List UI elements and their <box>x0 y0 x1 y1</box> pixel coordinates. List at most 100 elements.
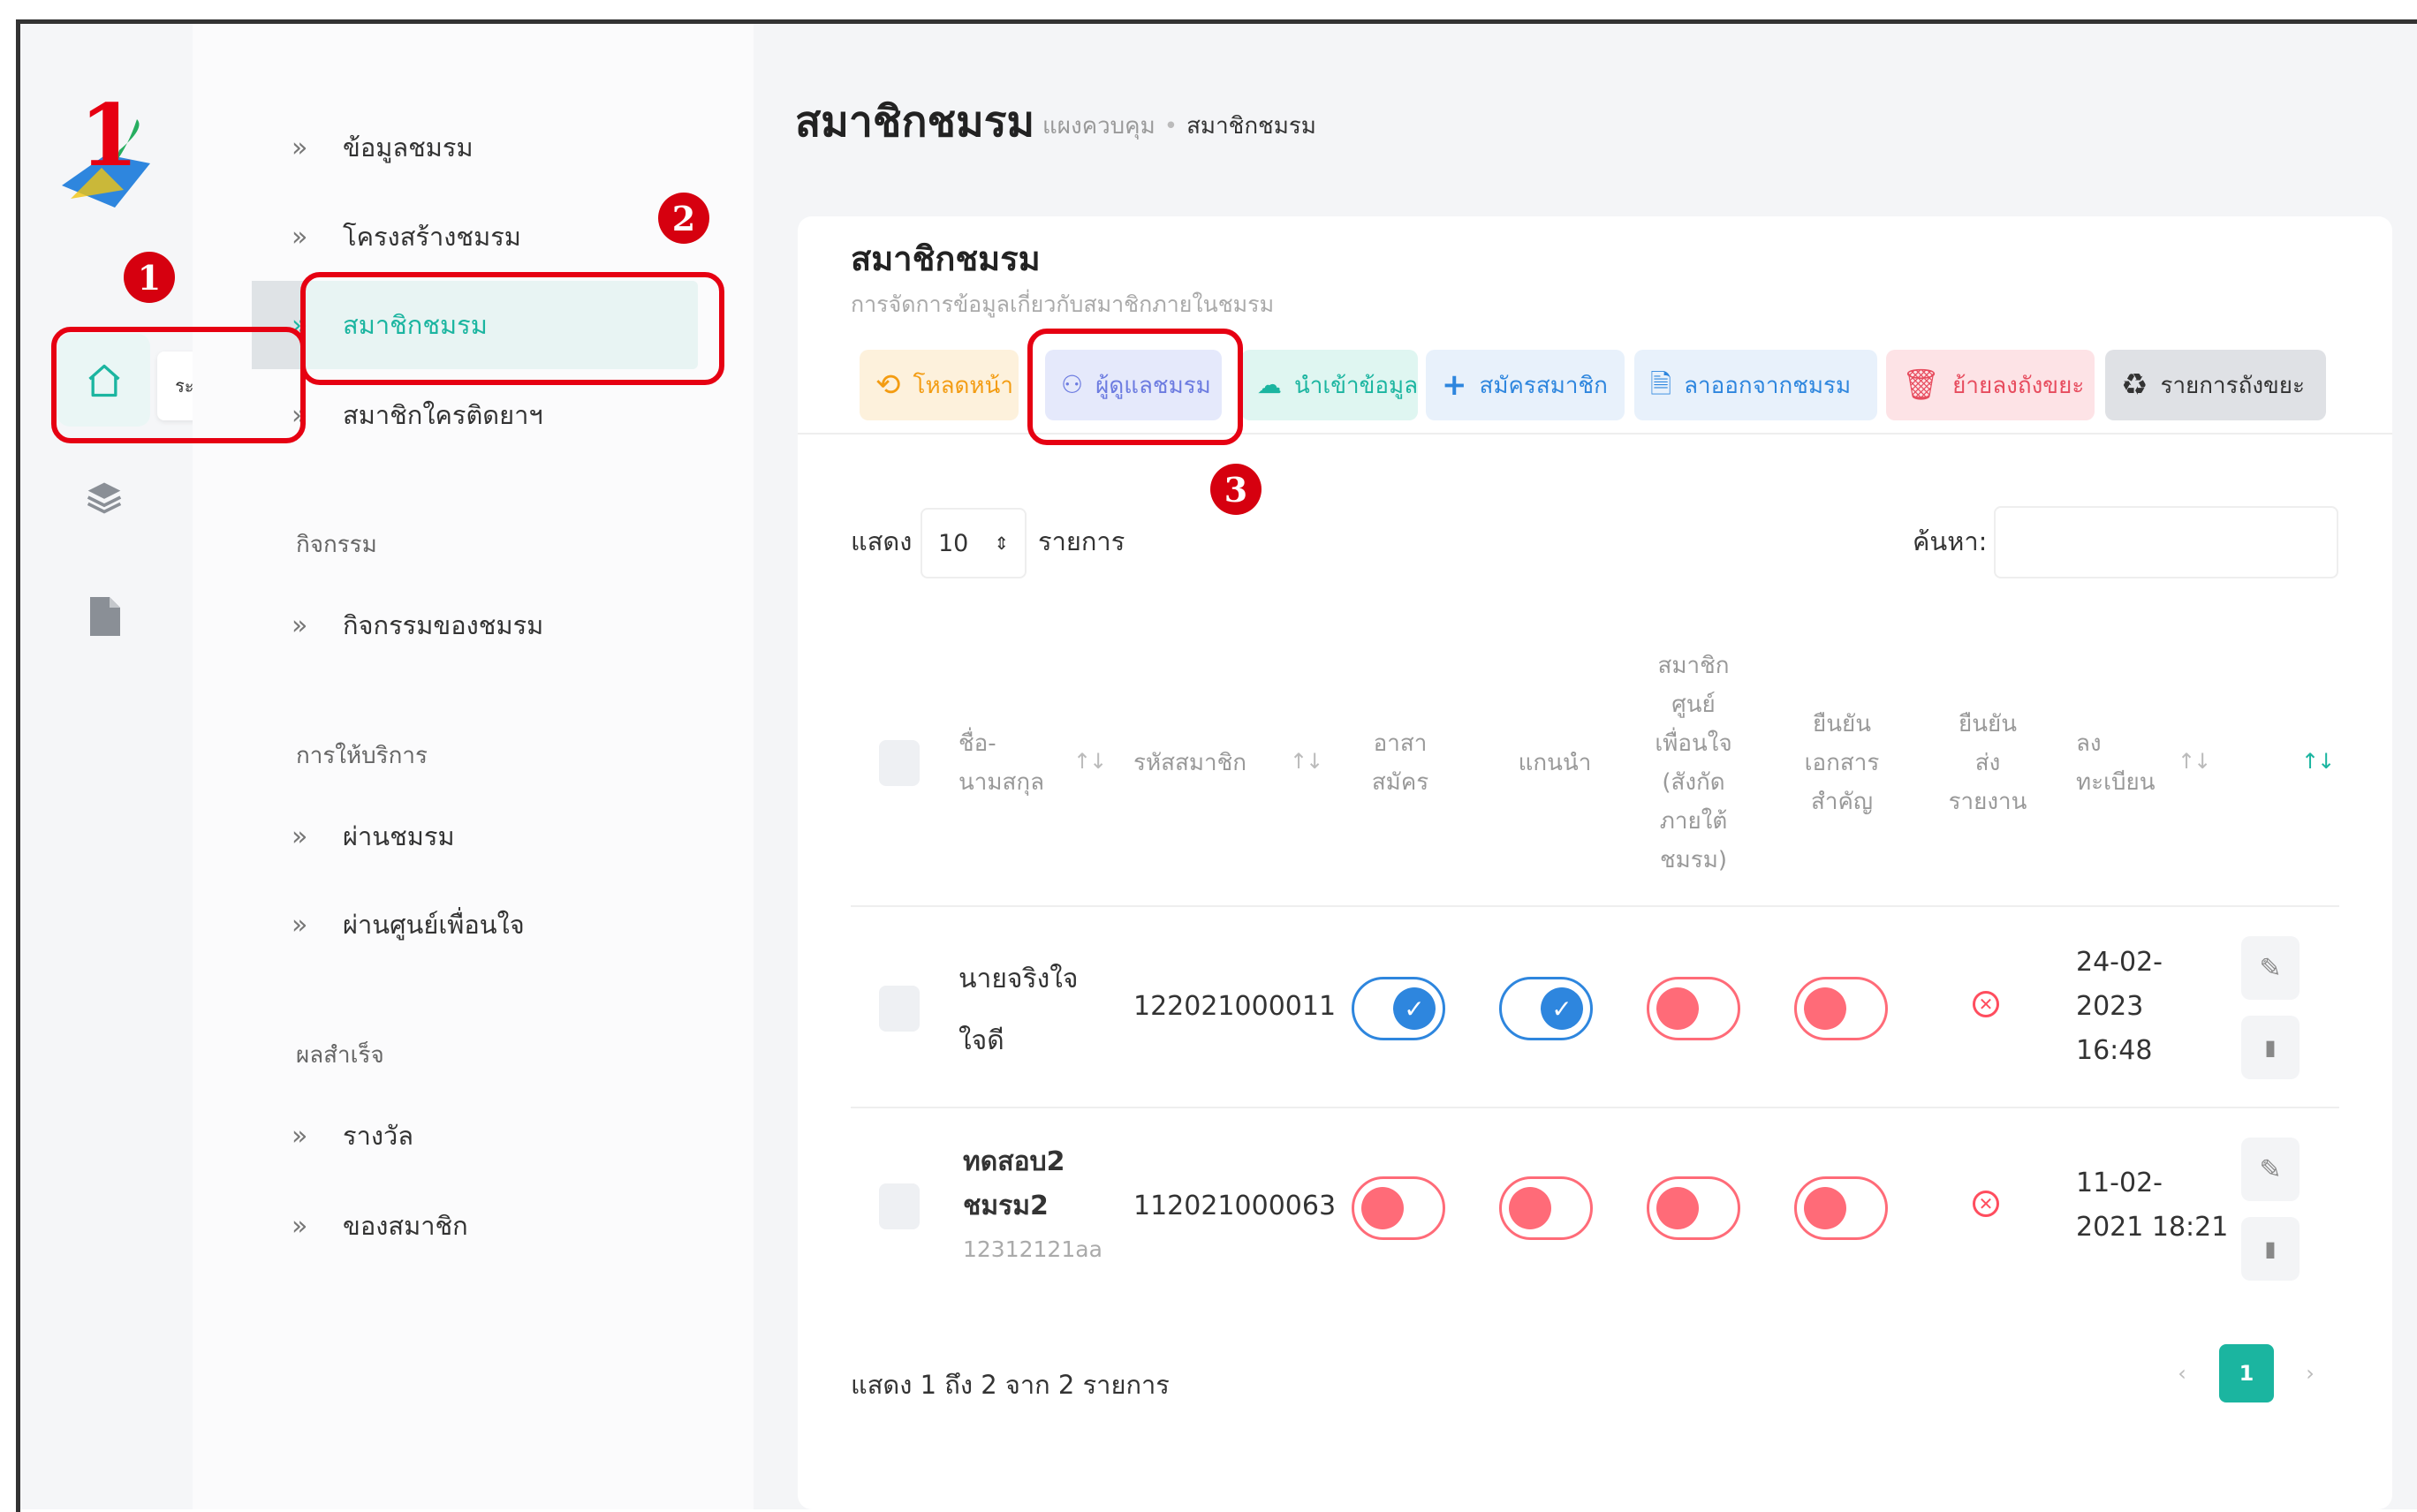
volunteer-toggle[interactable] <box>1352 1176 1445 1240</box>
sidebar-item-awards[interactable]: » รางวัล <box>292 1109 413 1162</box>
annotation-box-3 <box>1027 329 1243 445</box>
row-divider <box>851 905 2339 907</box>
double-chevron-icon: » <box>292 1120 307 1152</box>
select-all-checkbox[interactable] <box>879 740 920 786</box>
doc-confirm-toggle[interactable] <box>1794 977 1888 1040</box>
registered-date: 11-02- <box>2076 1168 2163 1198</box>
edit-button[interactable]: ✎ <box>2241 1138 2300 1201</box>
sidebar-item-member-awards[interactable]: » ของสมาชิก <box>292 1199 468 1252</box>
row-checkbox[interactable] <box>879 1183 920 1229</box>
sidebar-item-label: ของสมาชิก <box>343 1211 468 1241</box>
cloud-upload-icon: ☁ <box>1257 370 1282 399</box>
layers-icon <box>87 482 121 514</box>
search-input[interactable] <box>1994 506 2338 578</box>
sidebar-item-via-center[interactable]: » ผ่านศูนย์เพื่อนใจ <box>292 898 525 951</box>
double-chevron-icon: » <box>292 909 307 941</box>
rail-layers-button[interactable] <box>57 450 150 543</box>
breadcrumb-current: สมาชิกชมรม <box>1186 113 1316 140</box>
sidebar-item-via-club[interactable]: » ผ่านชมรม <box>292 810 455 863</box>
col-header-registered[interactable]: ลง ทะเบียน <box>2076 724 2156 802</box>
volunteer-toggle[interactable]: ✓ <box>1352 977 1445 1040</box>
col-header-doc-confirm: ยืนยัน เอกสาร สำคัญ <box>1804 711 1880 815</box>
move-to-trash-button[interactable]: 🗑 ย้ายลงถังขยะ <box>1886 350 2095 420</box>
annotation-box-1 <box>51 327 306 443</box>
toggle-knob <box>1656 987 1699 1030</box>
delete-button[interactable]: ▮ <box>2241 1016 2300 1079</box>
member-id: 122021000011 <box>1133 991 1337 1022</box>
sidebar-item-club-activities[interactable]: » กิจกรรมของชมรม <box>292 599 543 652</box>
trash-list-button[interactable]: ♻ รายการถังขยะ <box>2105 350 2326 420</box>
toggle-knob <box>1804 1187 1846 1229</box>
sort-active-icon[interactable]: ↑↓ <box>2301 749 2335 774</box>
sidebar-section-header: การให้บริการ <box>296 743 428 769</box>
member-name: ทดสอบ2 <box>963 1146 1065 1177</box>
delete-button[interactable]: ▮ <box>2241 1217 2300 1281</box>
sidebar-item-label: โครงสร้างชมรม <box>343 222 521 252</box>
logo-text: 1 <box>80 86 139 185</box>
sort-icon[interactable]: ↑↓ <box>2178 749 2211 774</box>
breadcrumb-separator: • <box>1163 113 1178 140</box>
annotation-marker-1: 1 <box>124 252 175 303</box>
document-out-icon: 🗎 <box>1650 369 1672 400</box>
check-icon: ✓ <box>1541 987 1583 1030</box>
page-size-select[interactable]: 10 ⇕ <box>921 508 1027 578</box>
table-info: แสดง 1 ถึง 2 จาก 2 รายการ <box>851 1370 1170 1400</box>
page-size-value: 10 <box>938 529 969 557</box>
double-chevron-icon: » <box>292 1210 307 1242</box>
pagination-next[interactable]: › <box>2288 1344 2332 1402</box>
annotation-box-2 <box>300 272 724 385</box>
import-label: นำเข้าข้อมูล <box>1294 372 1419 399</box>
row-divider <box>851 1107 2339 1108</box>
col-header-volunteer: อาสา สมัคร <box>1371 730 1429 796</box>
app-logo[interactable]: 1 <box>53 86 159 216</box>
rail-document-button[interactable] <box>57 570 150 662</box>
report-not-confirmed-icon: ✕ <box>1973 991 1999 1017</box>
center-member-toggle[interactable] <box>1647 1176 1740 1240</box>
sidebar-section-header: ผลสำเร็จ <box>296 1042 384 1069</box>
trash-icon: ▮ <box>2264 1236 2277 1261</box>
member-name: นายจริงใจ <box>958 964 1079 994</box>
sort-icon[interactable]: ↑↓ <box>1073 749 1107 774</box>
col-header-member-id[interactable]: รหัสสมาชิก <box>1133 744 1246 782</box>
recycle-icon: ♻ <box>2121 367 2148 403</box>
sidebar-item-club-info[interactable]: » ข้อมูลชมรม <box>292 121 474 174</box>
doc-confirm-toggle[interactable] <box>1794 1176 1888 1240</box>
leader-toggle[interactable] <box>1499 1176 1593 1240</box>
leave-club-label: ลาออกจากชมรม <box>1684 372 1852 399</box>
sort-icon[interactable]: ↑↓ <box>1290 749 1323 774</box>
leave-club-button[interactable]: 🗎 ลาออกจากชมรม <box>1634 350 1877 420</box>
report-not-confirmed-icon: ✕ <box>1973 1191 1999 1217</box>
sidebar-item-drug-members[interactable]: » สมาชิกใครติดยาฯ <box>292 389 543 442</box>
sidebar-item-label: กิจกรรมของชมรม <box>343 610 544 640</box>
pagination-prev[interactable]: ‹ <box>2160 1344 2204 1402</box>
double-chevron-icon: » <box>292 221 307 253</box>
check-icon: ✓ <box>1393 987 1436 1030</box>
leader-toggle[interactable]: ✓ <box>1499 977 1593 1040</box>
import-button[interactable]: ☁ นำเข้าข้อมูล <box>1241 350 1418 420</box>
move-to-trash-label: ย้ายลงถังขยะ <box>1952 372 2085 399</box>
double-chevron-icon: » <box>292 132 307 163</box>
registered-year: 2023 <box>2076 991 2144 1022</box>
icon-rail <box>20 24 193 1509</box>
sidebar-item-club-structure[interactable]: » โครงสร้างชมรม <box>292 210 521 263</box>
reload-button[interactable]: ⟲ โหลดหน้า <box>860 350 1019 420</box>
member-surname: ชมรม2 <box>963 1191 1049 1221</box>
center-member-toggle[interactable] <box>1647 977 1740 1040</box>
col-header-name[interactable]: ชื่อ- นามสกุล <box>958 724 1044 802</box>
member-surname: ใจดี <box>958 1025 1004 1056</box>
breadcrumb-home[interactable]: แผงควบคุม <box>1042 113 1155 140</box>
plus-icon: + <box>1442 367 1467 403</box>
edit-button[interactable]: ✎ <box>2241 936 2300 1000</box>
pagination-page-1[interactable]: 1 <box>2219 1344 2274 1402</box>
pencil-icon: ✎ <box>2259 1153 2282 1185</box>
sidebar-item-label: รางวัล <box>343 1121 414 1151</box>
toggle-knob <box>1509 1187 1551 1229</box>
row-checkbox[interactable] <box>879 986 920 1032</box>
reload-label: โหลดหน้า <box>913 372 1013 399</box>
toggle-knob <box>1804 987 1846 1030</box>
history-icon: ⟲ <box>875 367 901 403</box>
sidebar-item-label: ข้อมูลชมรม <box>343 132 474 163</box>
member-subtitle: 12312121aa <box>963 1236 1102 1262</box>
register-member-button[interactable]: + สมัครสมาชิก <box>1426 350 1625 420</box>
registered-time: 2021 18:21 <box>2076 1212 2229 1243</box>
